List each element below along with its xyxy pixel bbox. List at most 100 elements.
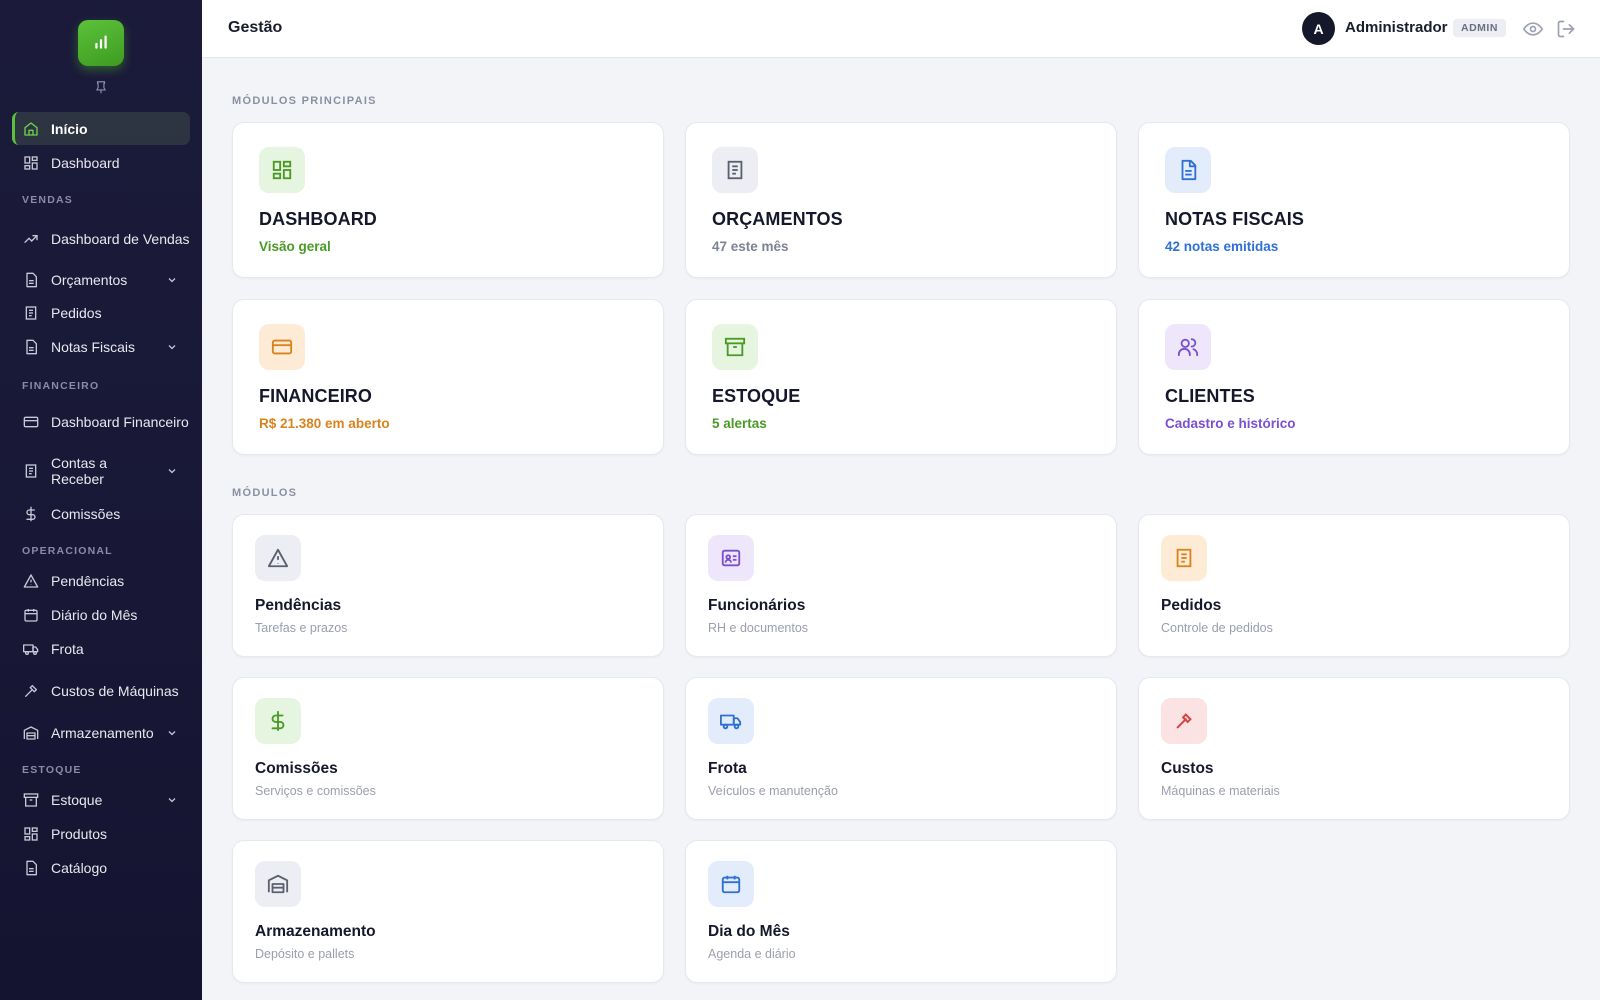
- sidebar-item-pendencias[interactable]: Pendências: [12, 564, 190, 597]
- sidebar-item-frota[interactable]: Frota: [12, 632, 190, 665]
- file-text-icon: [1165, 147, 1211, 193]
- sidebar-item-label: Catálogo: [51, 859, 108, 876]
- section-title-estoque: ESTOQUE: [22, 764, 82, 776]
- module-card-orcamentos[interactable]: ORÇAMENTOS 47 este mês: [685, 122, 1117, 278]
- sidebar-item-dashboard-vendas[interactable]: Dashboard de Vendas: [12, 221, 190, 257]
- sidebar: Início Dashboard VENDAS Dashboard de Ven…: [0, 0, 202, 1000]
- card-title: Pedidos: [1161, 597, 1222, 614]
- section-title-vendas: VENDAS: [22, 194, 73, 206]
- archive-icon: [23, 792, 39, 808]
- sidebar-item-contas-receber[interactable]: Contas a Receber: [12, 453, 190, 489]
- logout-icon[interactable]: [1556, 19, 1576, 39]
- module-card-armazenamento[interactable]: Armazenamento Depósito e pallets: [232, 840, 664, 983]
- module-card-custos[interactable]: Custos Máquinas e materiais: [1138, 677, 1570, 820]
- users-icon: [1165, 324, 1211, 370]
- warehouse-icon: [255, 861, 301, 907]
- card-subtitle: Tarefas e prazos: [255, 621, 348, 635]
- sidebar-item-label: Dashboard de Vendas: [51, 231, 190, 247]
- sidebar-item-label: Notas Fiscais: [51, 338, 136, 355]
- sidebar-item-label: Início: [51, 120, 88, 137]
- id-card-icon: [708, 535, 754, 581]
- sidebar-item-dashboard[interactable]: Dashboard: [12, 146, 190, 179]
- card-subtitle: R$ 21.380 em aberto: [259, 416, 390, 431]
- sidebar-item-label: Comissões: [51, 505, 121, 522]
- card-subtitle: Depósito e pallets: [255, 947, 355, 961]
- card-subtitle: Controle de pedidos: [1161, 621, 1273, 635]
- alert-triangle-icon: [255, 535, 301, 581]
- chevron-down-icon[interactable]: [166, 794, 178, 806]
- card-title: FINANCEIRO: [259, 386, 372, 406]
- sidebar-item-label: Dashboard Financeiro: [51, 414, 189, 430]
- sidebar-item-label: Pedidos: [51, 304, 102, 321]
- module-card-pendencias[interactable]: Pendências Tarefas e prazos: [232, 514, 664, 657]
- module-card-dia-do-mes[interactable]: Dia do Mês Agenda e diário: [685, 840, 1117, 983]
- module-card-clientes[interactable]: CLIENTES Cadastro e histórico: [1138, 299, 1570, 455]
- receipt-icon: [712, 147, 758, 193]
- module-card-comissoes[interactable]: Comissões Serviços e comissões: [232, 677, 664, 820]
- sidebar-item-notas-fiscais[interactable]: Notas Fiscais: [12, 330, 190, 363]
- module-card-notas-fiscais[interactable]: NOTAS FISCAIS 42 notas emitidas: [1138, 122, 1570, 278]
- sidebar-item-diario-mes[interactable]: Diário do Mês: [12, 598, 190, 631]
- sidebar-item-catalogo[interactable]: Catálogo: [12, 851, 190, 884]
- top-header: Gestão A Administrador ADMIN: [202, 0, 1600, 58]
- sidebar-item-orcamentos[interactable]: Orçamentos: [12, 263, 190, 296]
- sidebar-item-dashboard-financeiro[interactable]: Dashboard Financeiro: [12, 404, 190, 440]
- calendar-icon: [708, 861, 754, 907]
- receipt-icon: [23, 305, 39, 321]
- sidebar-item-label: Diário do Mês: [51, 606, 138, 623]
- chevron-down-icon[interactable]: [166, 465, 178, 477]
- section-title-operacional: OPERACIONAL: [22, 545, 113, 557]
- pin-icon[interactable]: [94, 80, 108, 94]
- receipt-icon: [23, 463, 39, 479]
- file-icon: [23, 860, 39, 876]
- sidebar-item-armazenamento[interactable]: Armazenamento: [12, 716, 190, 749]
- dollar-icon: [255, 698, 301, 744]
- sidebar-item-custos-maquinas[interactable]: Custos de Máquinas: [12, 673, 190, 709]
- sidebar-item-estoque[interactable]: Estoque: [12, 783, 190, 816]
- eye-icon[interactable]: [1523, 19, 1543, 39]
- avatar[interactable]: A: [1302, 12, 1335, 45]
- card-title: ESTOQUE: [712, 386, 801, 406]
- chevron-down-icon[interactable]: [166, 341, 178, 353]
- sidebar-item-pedidos[interactable]: Pedidos: [12, 296, 190, 329]
- card-title: ORÇAMENTOS: [712, 209, 843, 229]
- dollar-icon: [23, 506, 39, 522]
- calendar-icon: [23, 607, 39, 623]
- grid-icon: [23, 155, 39, 171]
- sidebar-item-produtos[interactable]: Produtos: [12, 817, 190, 850]
- chevron-down-icon[interactable]: [166, 274, 178, 286]
- sidebar-item-label: Custos de Máquinas: [51, 683, 179, 699]
- module-card-dashboard[interactable]: DASHBOARD Visão geral: [232, 122, 664, 278]
- section-title-financeiro: FINANCEIRO: [22, 380, 100, 392]
- module-card-financeiro[interactable]: FINANCEIRO R$ 21.380 em aberto: [232, 299, 664, 455]
- credit-card-icon: [23, 414, 39, 430]
- card-subtitle: Agenda e diário: [708, 947, 796, 961]
- page-title: Gestão: [228, 19, 283, 36]
- archive-icon: [712, 324, 758, 370]
- card-subtitle: 47 este mês: [712, 239, 789, 254]
- truck-icon: [23, 641, 39, 657]
- card-title: CLIENTES: [1165, 386, 1255, 406]
- chevron-down-icon[interactable]: [166, 727, 178, 739]
- sidebar-item-inicio[interactable]: Início: [12, 112, 190, 145]
- grid-icon: [23, 826, 39, 842]
- sidebar-item-label: Pendências: [51, 572, 125, 589]
- card-title: Funcionários: [708, 597, 806, 614]
- card-subtitle: 5 alertas: [712, 416, 767, 431]
- card-title: Armazenamento: [255, 923, 376, 940]
- card-title: Comissões: [255, 760, 338, 777]
- module-card-frota[interactable]: Frota Veículos e manutenção: [685, 677, 1117, 820]
- module-card-funcionarios[interactable]: Funcionários RH e documentos: [685, 514, 1117, 657]
- card-subtitle: Veículos e manutenção: [708, 784, 838, 798]
- section-label-main: MÓDULOS PRINCIPAIS: [232, 95, 377, 107]
- receipt-icon: [1161, 535, 1207, 581]
- module-card-estoque[interactable]: ESTOQUE 5 alertas: [685, 299, 1117, 455]
- trending-up-icon: [23, 231, 39, 247]
- sidebar-item-comissoes[interactable]: Comissões: [12, 497, 190, 530]
- alert-triangle-icon: [23, 573, 39, 589]
- card-subtitle: RH e documentos: [708, 621, 809, 635]
- module-card-pedidos[interactable]: Pedidos Controle de pedidos: [1138, 514, 1570, 657]
- card-subtitle: Cadastro e histórico: [1165, 416, 1296, 431]
- app-logo[interactable]: [78, 20, 124, 66]
- wrench-icon: [23, 683, 39, 699]
